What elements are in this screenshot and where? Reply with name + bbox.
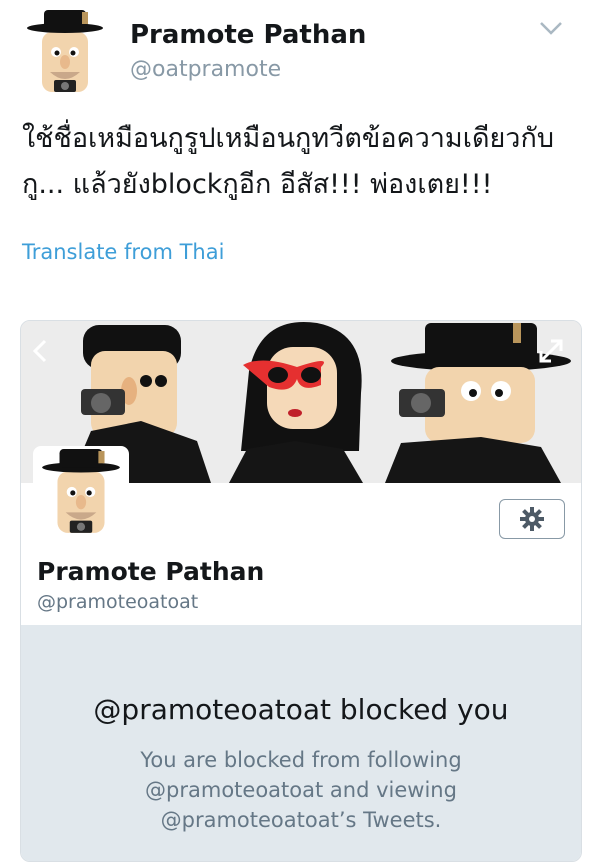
profile-name[interactable]: Pramote Pathan xyxy=(37,557,264,586)
settings-button[interactable] xyxy=(499,499,565,539)
author-name[interactable]: Pramote Pathan xyxy=(130,20,366,50)
blocked-title: @pramoteoatoat blocked you xyxy=(93,693,509,726)
translate-link[interactable]: Translate from Thai xyxy=(22,240,224,264)
author-avatar[interactable] xyxy=(24,10,106,98)
blocked-description: You are blocked from following @pramoteo… xyxy=(140,748,462,832)
chevron-left-icon[interactable] xyxy=(29,337,51,365)
author-handle[interactable]: @oatpramote xyxy=(130,57,281,82)
expand-icon[interactable] xyxy=(535,335,567,367)
gear-icon xyxy=(520,507,544,531)
profile-avatar[interactable] xyxy=(39,449,123,539)
chevron-down-icon[interactable] xyxy=(538,18,564,38)
profile-handle[interactable]: @pramoteoatoat xyxy=(37,591,198,613)
profile-card[interactable]: Pramote Pathan @pramoteoatoat @pramoteoa… xyxy=(20,320,582,862)
blocked-notice: @pramoteoatoat blocked you You are block… xyxy=(21,625,581,861)
tweet-text: ใช้ชื่อเหมือนกูรูปเหมือนกูทวีตข้อความเดี… xyxy=(22,123,554,200)
